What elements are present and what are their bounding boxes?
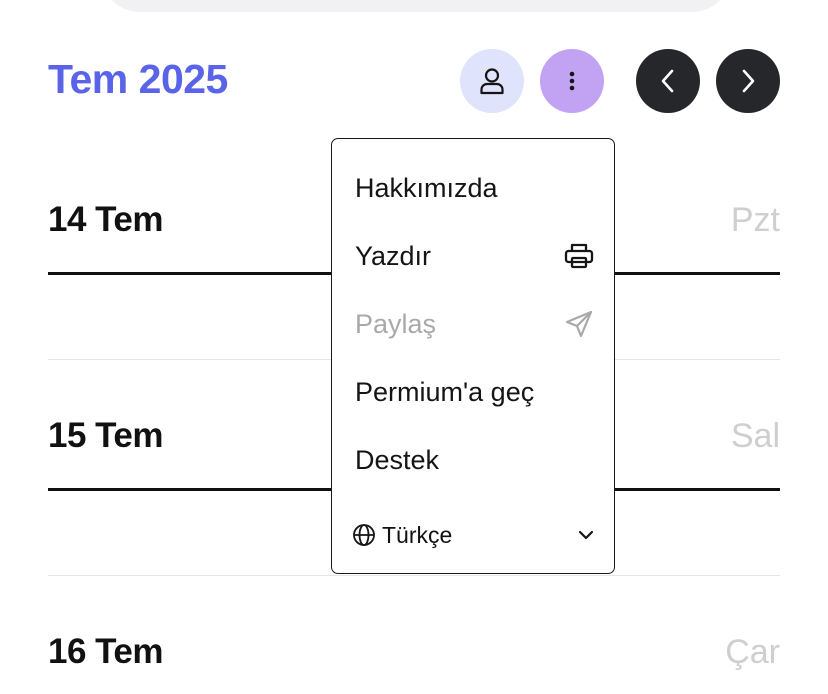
slot-divider xyxy=(48,575,780,576)
menu-item-label: Destek xyxy=(355,444,440,475)
more-vertical-icon xyxy=(569,71,575,91)
user-icon xyxy=(479,67,505,95)
send-icon xyxy=(564,309,594,339)
menu-item-share[interactable]: Paylaş xyxy=(355,304,594,344)
menu-item-label: Yazdır xyxy=(355,240,432,271)
chevron-down-icon xyxy=(578,530,594,540)
day-weekday: Sal xyxy=(730,417,780,455)
options-menu: Hakkımızda Yazdır Paylaş Permium'a geç D… xyxy=(331,138,615,574)
previous-month-button[interactable] xyxy=(636,49,700,113)
menu-item-print[interactable]: Yazdır xyxy=(355,236,594,276)
menu-item-label: Paylaş xyxy=(355,308,437,339)
language-select[interactable]: Türkçe xyxy=(352,519,594,551)
menu-item-label: Hakkımızda xyxy=(355,172,498,203)
profile-button[interactable] xyxy=(460,49,524,113)
day-date: 16 Tem xyxy=(48,632,164,671)
search-bar[interactable] xyxy=(100,0,732,12)
day-weekday: Çar xyxy=(725,633,780,671)
globe-icon xyxy=(352,523,376,547)
menu-item-label: Permium'a geç xyxy=(355,376,535,407)
menu-item-support[interactable]: Destek xyxy=(355,440,594,480)
menu-item-about[interactable]: Hakkımızda xyxy=(355,168,594,208)
next-month-button[interactable] xyxy=(716,49,780,113)
menu-item-premium[interactable]: Permium'a geç xyxy=(355,372,594,412)
day-date: 14 Tem xyxy=(48,200,164,239)
printer-icon xyxy=(564,242,594,270)
more-options-button[interactable] xyxy=(540,49,604,113)
language-label: Türkçe xyxy=(382,521,453,548)
day-weekday: Pzt xyxy=(730,201,780,239)
day-date: 15 Tem xyxy=(48,416,164,455)
chevron-left-icon xyxy=(660,68,676,94)
month-title: Tem 2025 xyxy=(48,56,228,102)
chevron-right-icon xyxy=(740,68,756,94)
